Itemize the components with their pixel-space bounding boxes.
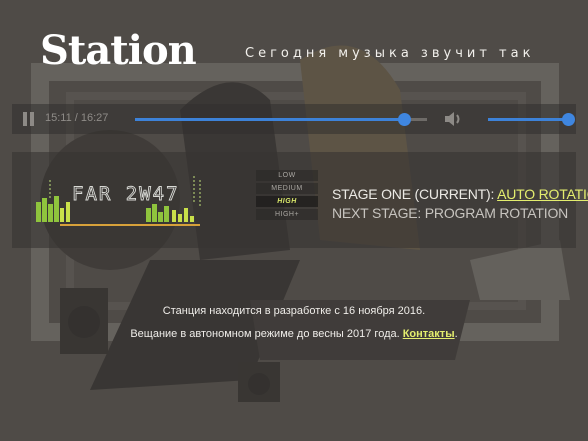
- broadcast-note: Вещание в автономном режиме до весны 201…: [0, 328, 588, 340]
- quality-option-high-plus[interactable]: HIGH+: [256, 209, 318, 220]
- pause-icon[interactable]: [22, 112, 36, 126]
- progress-fill: [135, 118, 404, 121]
- audio-visualizer: FAR 2W47: [36, 176, 201, 226]
- tagline: Сегодня музыка звучит так: [245, 46, 535, 61]
- volume-slider[interactable]: [488, 113, 575, 126]
- progress-slider[interactable]: [135, 113, 427, 126]
- visualizer-readout: FAR 2W47: [72, 183, 180, 205]
- speaker-icon[interactable]: [443, 110, 463, 128]
- auto-rotation-link[interactable]: AUTO ROTATION: [497, 186, 588, 202]
- contacts-link[interactable]: Контакты: [403, 328, 455, 340]
- quality-selector: LOW MEDIUM HIGH HIGH+: [256, 170, 318, 222]
- volume-fill: [488, 118, 568, 121]
- quality-option-low[interactable]: LOW: [256, 170, 318, 181]
- audio-player: 15:11 / 16:27: [12, 104, 576, 134]
- broadcast-text: Вещание в автономном режиме до весны 201…: [130, 328, 403, 340]
- current-stage-label: STAGE ONE (CURRENT):: [332, 186, 498, 202]
- current-stage: STAGE ONE (CURRENT): AUTO ROTATION: [332, 186, 588, 202]
- broadcast-suffix: .: [454, 328, 458, 340]
- progress-handle[interactable]: [397, 113, 411, 126]
- volume-handle[interactable]: [562, 113, 575, 126]
- station-logo[interactable]: Station: [40, 28, 197, 74]
- quality-option-high[interactable]: HIGH: [256, 196, 318, 207]
- development-note: Станция находится в разработке с 16 нояб…: [162, 305, 426, 317]
- next-stage: NEXT STAGE: PROGRAM ROTATION: [332, 205, 569, 221]
- quality-option-medium[interactable]: MEDIUM: [256, 183, 318, 194]
- station-info-panel: FAR 2W47 LOW MEDIUM HIGH HIGH+ STAGE ONE…: [12, 152, 588, 248]
- time-display: 15:11 / 16:27: [45, 112, 109, 124]
